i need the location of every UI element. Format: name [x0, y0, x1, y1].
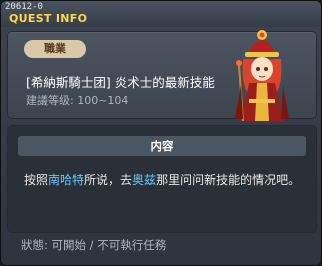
window-title: QUEST INFO — [9, 12, 88, 25]
blaze-wizard-npc-icon — [235, 30, 289, 122]
desc-text: 所说，去 — [84, 173, 133, 187]
quest-info-window: 20612-0 QUEST INFO 職業 [希納斯騎士团] 炎术士的最新技能 … — [0, 0, 322, 266]
npc-link-nanhat[interactable]: 南哈特 — [48, 173, 84, 187]
content-header: 内容 — [18, 136, 306, 156]
desc-text: 按照 — [24, 173, 49, 187]
quest-description: 按照南哈特所说，去奥兹那里问问新技能的情况吧。 — [24, 170, 304, 190]
quest-id: 20612-0 — [5, 2, 43, 12]
npc-link-oz[interactable]: 奥兹 — [132, 173, 156, 187]
desc-text: 那里问问新技能的情况吧。 — [156, 173, 301, 187]
title-bar[interactable]: 20612-0 QUEST INFO — [1, 1, 321, 27]
job-tag: 職業 — [24, 40, 86, 58]
quest-name: [希納斯騎士团] 炎术士的最新技能 — [26, 75, 215, 90]
content-panel: 内容 按照南哈特所说，去奥兹那里问问新技能的情况吧。 — [7, 125, 317, 233]
quest-status: 狀態: 可開始 / 不可執行任務 — [21, 238, 167, 252]
recommended-level: 建議等级: 100~104 — [26, 94, 129, 107]
